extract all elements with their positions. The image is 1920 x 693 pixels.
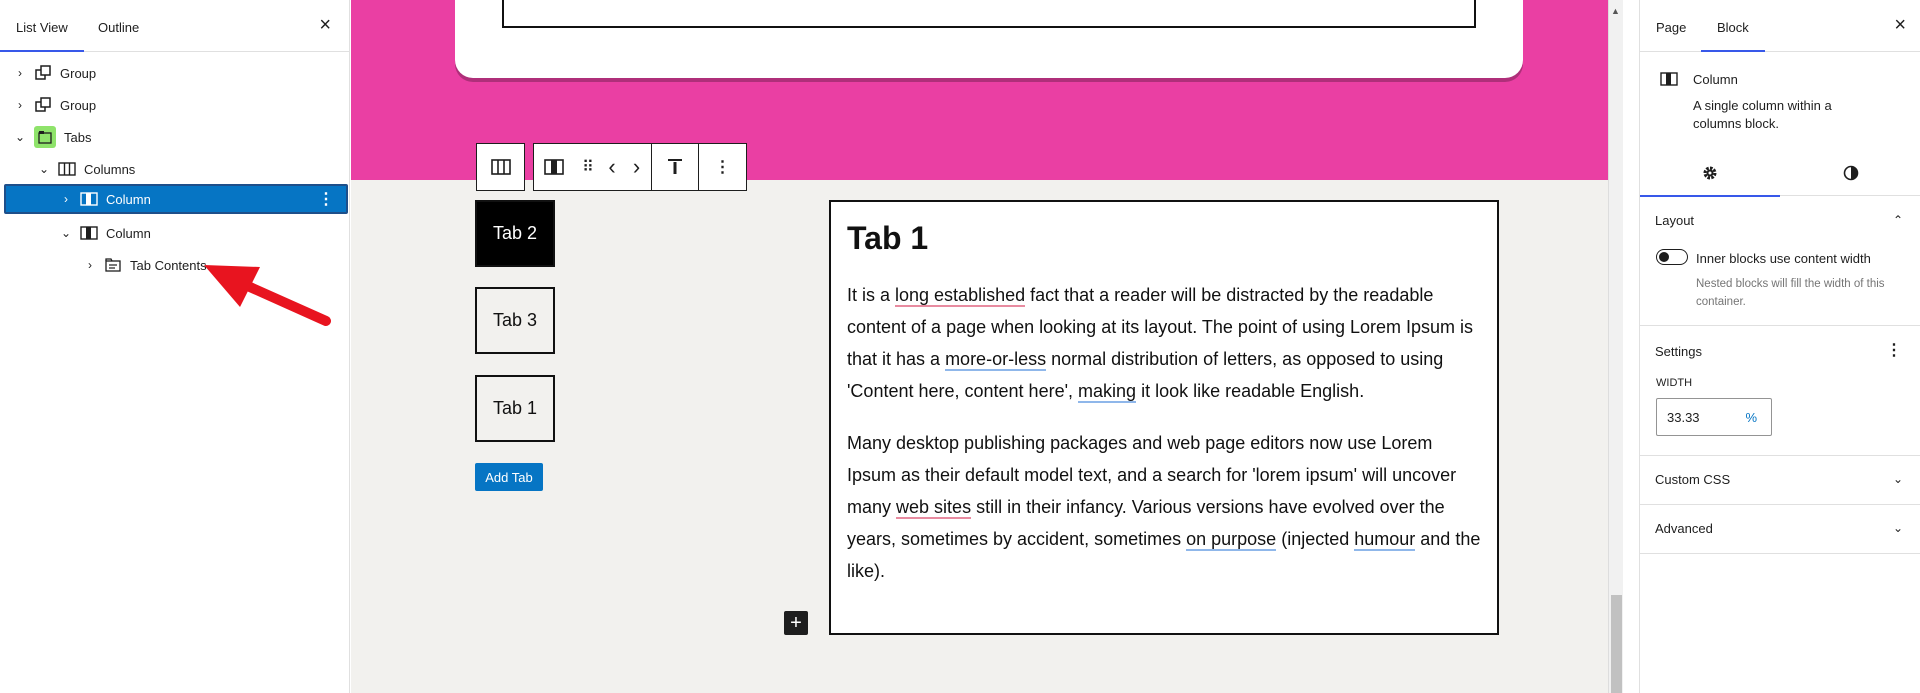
block-options-button[interactable]: ⋮ bbox=[699, 144, 746, 190]
layout-panel-header[interactable]: Layout ⌃ bbox=[1640, 213, 1920, 228]
tab-settings[interactable] bbox=[1640, 150, 1780, 197]
chevron-right-icon[interactable]: › bbox=[58, 192, 74, 206]
close-icon[interactable]: × bbox=[1894, 15, 1906, 35]
custom-css-panel-header[interactable]: Custom CSS ⌄ bbox=[1640, 472, 1920, 487]
paragraph-2[interactable]: Many desktop publishing packages and web… bbox=[847, 427, 1481, 587]
list-item-label: Group bbox=[60, 97, 97, 113]
list-item-label: Column bbox=[106, 191, 151, 207]
column-block-icon bbox=[1660, 72, 1678, 91]
toggle-label: Inner blocks use content width bbox=[1696, 251, 1871, 266]
chevron-down-icon[interactable]: ⌄ bbox=[12, 130, 28, 144]
list-item-tabs[interactable]: ⌄ Tabs bbox=[4, 122, 348, 152]
group-block-icon bbox=[34, 96, 52, 114]
add-block-icon[interactable]: + bbox=[784, 611, 808, 635]
tab-button-1[interactable]: Tab 1 bbox=[475, 375, 555, 442]
toolbar-main-group: ⠿ ‹ › ⋮ bbox=[533, 143, 747, 191]
divider bbox=[1640, 455, 1920, 456]
chevron-right-icon[interactable]: › bbox=[82, 258, 98, 272]
tab-styles[interactable] bbox=[1781, 150, 1920, 196]
move-right-button[interactable]: › bbox=[622, 144, 652, 190]
toggle-knob bbox=[1659, 252, 1669, 262]
columns-block-icon bbox=[58, 160, 76, 178]
chevron-right-icon[interactable]: › bbox=[12, 66, 28, 80]
chevron-up-icon[interactable]: ⌃ bbox=[1893, 213, 1903, 227]
content-width-toggle[interactable] bbox=[1656, 249, 1688, 265]
width-value: 33.33 bbox=[1667, 409, 1700, 425]
tab-page[interactable]: Page bbox=[1656, 20, 1686, 35]
drag-handle-icon[interactable]: ⠿ bbox=[574, 144, 602, 190]
tab-block[interactable]: Block bbox=[1701, 20, 1765, 52]
chevron-down-icon[interactable]: ⌄ bbox=[58, 226, 74, 240]
group-block-icon bbox=[34, 64, 52, 82]
inspector-tabs: Page Block × bbox=[1640, 0, 1920, 52]
scroll-up-icon[interactable]: ▲ bbox=[1611, 6, 1620, 16]
block-toolbar: ⠿ ‹ › ⋮ bbox=[476, 143, 747, 191]
list-item-column[interactable]: ⌄ Column bbox=[4, 218, 348, 248]
layout-title: Layout bbox=[1655, 213, 1695, 228]
tab-button-2[interactable]: Tab 2 bbox=[475, 200, 555, 267]
chevron-right-icon[interactable]: › bbox=[12, 98, 28, 112]
list-item-label: Columns bbox=[84, 161, 136, 177]
content-card bbox=[455, 0, 1523, 78]
add-tab-button[interactable]: Add Tab bbox=[475, 463, 543, 491]
tab-heading[interactable]: Tab 1 bbox=[847, 220, 1481, 257]
divider bbox=[1640, 504, 1920, 505]
block-card-description: A single column within a columns block. bbox=[1693, 98, 1832, 131]
vertical-align-top-button[interactable] bbox=[652, 144, 699, 190]
tabs-block-icon bbox=[34, 126, 56, 148]
chevron-down-icon[interactable]: ⌄ bbox=[1893, 521, 1903, 535]
editor-canvas: ⠿ ‹ › ⋮ Tab 2 Tab 3 Tab 1 Add Tab + Tab … bbox=[351, 0, 1623, 693]
inspector-subtabs bbox=[1640, 150, 1920, 197]
advanced-title: Advanced bbox=[1655, 521, 1713, 536]
divider bbox=[1640, 325, 1920, 326]
paragraph-1[interactable]: It is a long established fact that a rea… bbox=[847, 279, 1481, 407]
block-card-title: Column bbox=[1693, 72, 1738, 87]
toggle-help-text: Nested blocks will fill the width of thi… bbox=[1696, 278, 1885, 308]
list-item-group-1[interactable]: › Group bbox=[4, 58, 348, 88]
settings-title: Settings bbox=[1655, 344, 1702, 359]
align-top-icon bbox=[668, 159, 682, 174]
scrollbar-thumb[interactable] bbox=[1611, 595, 1622, 693]
settings-panel-header: Settings bbox=[1640, 344, 1920, 359]
list-item-columns[interactable]: ⌄ Columns bbox=[4, 154, 348, 184]
custom-css-title: Custom CSS bbox=[1655, 472, 1731, 487]
list-item-group-2[interactable]: › Group bbox=[4, 90, 348, 120]
toolbar-parent-group bbox=[476, 143, 525, 191]
select-parent-columns-button[interactable] bbox=[477, 144, 524, 190]
annotation-arrow-icon bbox=[204, 265, 331, 326]
canvas-scrollbar[interactable]: ▲ bbox=[1608, 0, 1623, 693]
column-block-icon bbox=[80, 224, 98, 242]
close-icon[interactable]: × bbox=[319, 15, 331, 35]
card-inner-box bbox=[502, 0, 1476, 28]
column-block-type-button[interactable] bbox=[534, 144, 574, 190]
column-icon bbox=[544, 159, 564, 175]
move-left-button[interactable]: ‹ bbox=[602, 144, 622, 190]
tab-button-3[interactable]: Tab 3 bbox=[475, 287, 555, 354]
advanced-panel-header[interactable]: Advanced ⌄ bbox=[1640, 521, 1920, 536]
list-item-label: Group bbox=[60, 65, 97, 81]
list-view-tabs: List View Outline × bbox=[0, 0, 349, 52]
column-block-icon bbox=[80, 190, 98, 208]
list-item-label: Tabs bbox=[64, 129, 92, 145]
width-label: WIDTH bbox=[1656, 377, 1693, 389]
settings-options-icon[interactable]: ⋮ bbox=[1886, 340, 1902, 360]
tab-outline[interactable]: Outline bbox=[98, 20, 139, 35]
tab-contents-block-icon bbox=[104, 256, 122, 274]
tab-content-box[interactable]: Tab 1 It is a long established fact that… bbox=[829, 200, 1499, 635]
width-unit-select[interactable]: % bbox=[1745, 410, 1757, 425]
list-item-column-selected[interactable]: › Column ⋮ bbox=[4, 184, 348, 214]
width-input[interactable]: 33.33 % bbox=[1656, 398, 1772, 436]
tab-list-view[interactable]: List View bbox=[0, 20, 84, 52]
columns-icon bbox=[490, 159, 511, 175]
gear-icon bbox=[1703, 166, 1717, 180]
list-view-panel: List View Outline × › Group › Group ⌄ Ta… bbox=[0, 0, 350, 693]
more-options-icon[interactable]: ⋮ bbox=[318, 189, 334, 209]
block-inspector-panel: Page Block × Column A single column with… bbox=[1639, 0, 1920, 693]
list-item-label: Column bbox=[106, 225, 151, 241]
divider bbox=[1640, 553, 1920, 554]
editor-app: List View Outline × › Group › Group ⌄ Ta… bbox=[0, 0, 1920, 693]
chevron-down-icon[interactable]: ⌄ bbox=[1893, 472, 1903, 486]
contrast-icon bbox=[1843, 165, 1859, 181]
chevron-down-icon[interactable]: ⌄ bbox=[36, 162, 52, 176]
